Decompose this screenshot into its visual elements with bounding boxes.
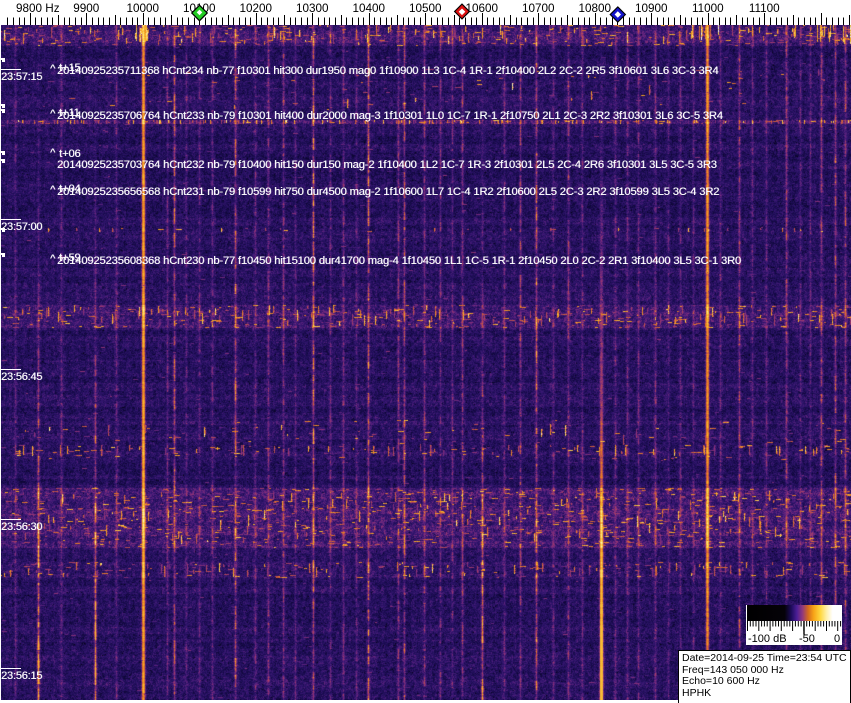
svg-text:10400: 10400 bbox=[353, 2, 386, 15]
svg-text:10600: 10600 bbox=[466, 2, 499, 15]
svg-text:10200: 10200 bbox=[240, 2, 273, 15]
svg-text:10500: 10500 bbox=[409, 2, 442, 15]
svg-text:9900: 9900 bbox=[73, 2, 100, 15]
svg-text:10700: 10700 bbox=[522, 2, 555, 15]
svg-text:11100: 11100 bbox=[749, 2, 780, 15]
svg-text:10800: 10800 bbox=[579, 2, 612, 15]
svg-text:-100 dB: -100 dB bbox=[748, 633, 787, 645]
svg-text:-50: -50 bbox=[799, 633, 815, 645]
svg-text:9800 Hz: 9800 Hz bbox=[16, 2, 60, 15]
svg-text:0: 0 bbox=[834, 633, 840, 645]
svg-text:10000: 10000 bbox=[127, 2, 160, 15]
svg-text:11000: 11000 bbox=[692, 2, 724, 15]
svg-text:10300: 10300 bbox=[296, 2, 329, 15]
svg-text:10900: 10900 bbox=[635, 2, 668, 15]
